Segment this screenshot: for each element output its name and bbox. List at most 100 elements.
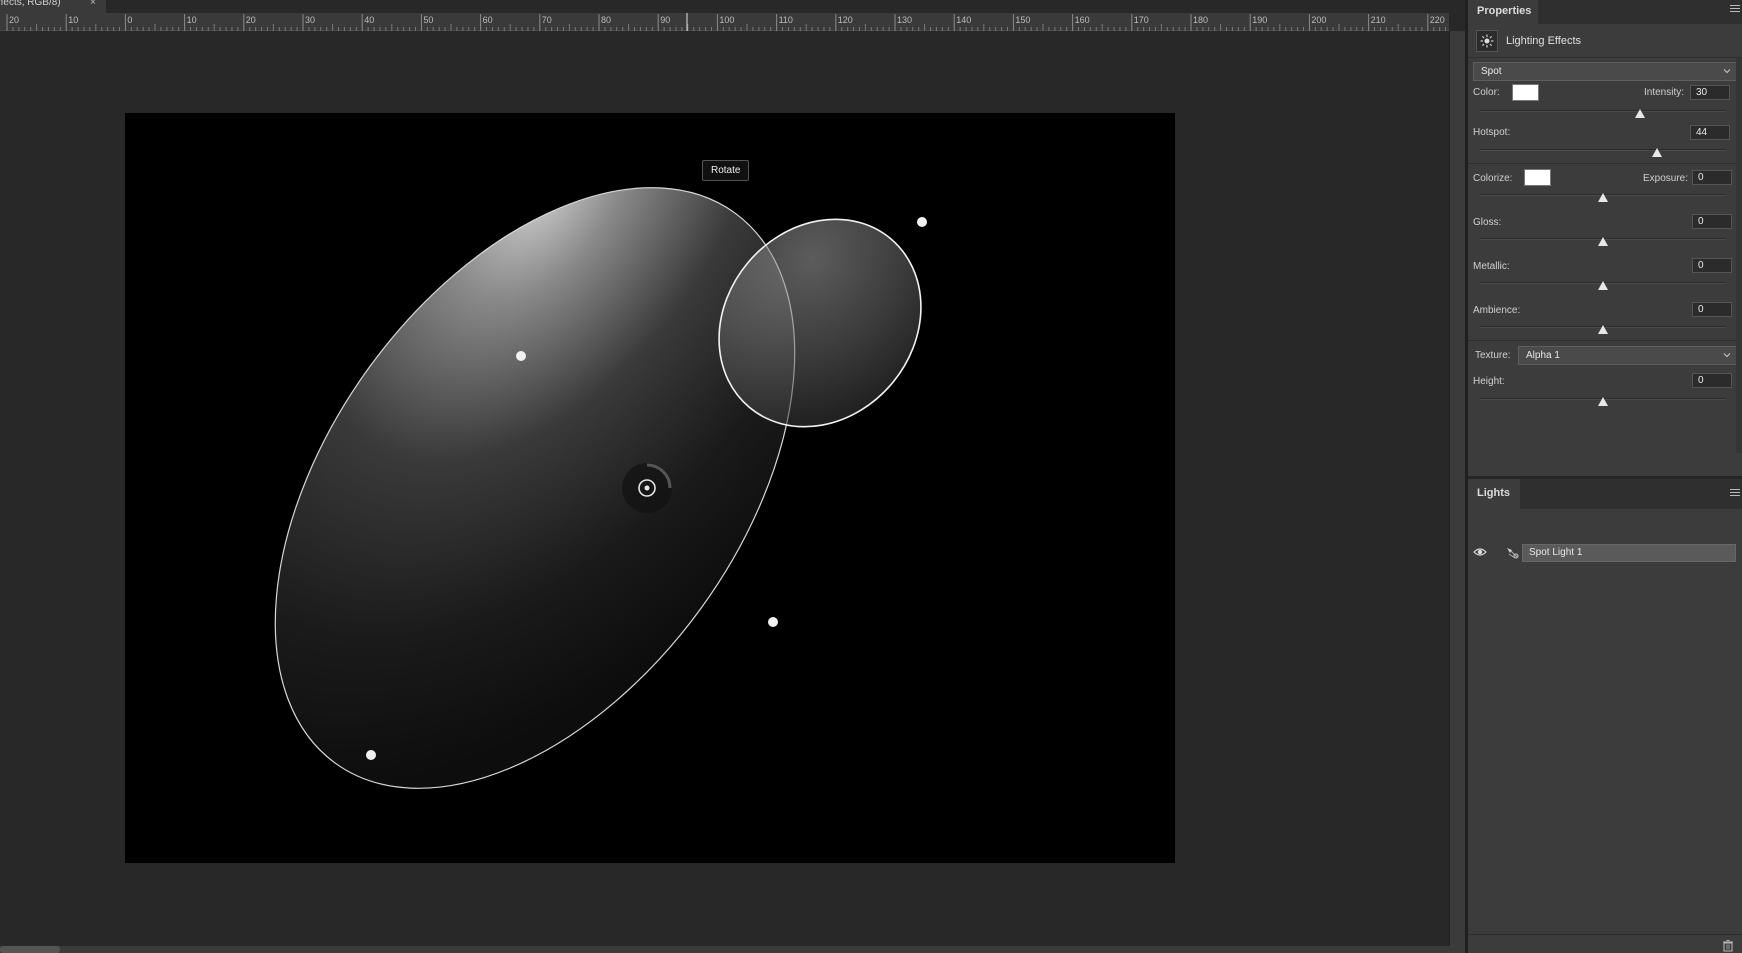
gloss-slider-thumb[interactable]: [1598, 237, 1608, 246]
hotspot-slider-thumb[interactable]: [1652, 148, 1663, 157]
divider: [1468, 340, 1742, 341]
gloss-slider[interactable]: [1480, 237, 1726, 246]
light-handle-right[interactable]: [768, 617, 778, 627]
ruler-label: 50: [423, 15, 433, 25]
horizontal-ruler[interactable]: 20 10 0 10 20 30 40 50 60 70 80 90 100 110 120 130 140 15…: [0, 13, 1449, 31]
ruler-label: 100: [719, 15, 734, 25]
spot-light-icon: [1507, 548, 1519, 559]
light-name[interactable]: Spot Light 1: [1522, 544, 1736, 562]
ambience-label: Ambience:: [1473, 305, 1521, 316]
light-handle-top[interactable]: [917, 217, 927, 227]
document-tab[interactable]: ffects, RGB/8) ×: [0, 0, 106, 13]
ruler-label: 180: [1193, 15, 1208, 25]
ruler-ticks: 20 10 0 10 20 30 40 50 60 70 80 90 100 110 120 130 140 15…: [6, 13, 1447, 31]
ruler-label: 70: [542, 15, 552, 25]
height-slider-thumb[interactable]: [1598, 397, 1608, 406]
ruler-label: 40: [364, 15, 374, 25]
vertical-scrollbar[interactable]: [1449, 31, 1465, 946]
light-list-item[interactable]: Spot Light 1: [1468, 544, 1742, 562]
intensity-slider-thumb[interactable]: [1634, 109, 1645, 118]
metallic-label: Metallic:: [1473, 261, 1510, 272]
light-handle-left[interactable]: [516, 351, 526, 361]
ruler-label: 10: [68, 15, 78, 25]
rotate-tooltip: Rotate: [702, 160, 750, 181]
ruler-label: 120: [838, 15, 853, 25]
panel-menu-icon[interactable]: [1730, 489, 1740, 499]
document-canvas[interactable]: [125, 113, 1175, 863]
canvas-area[interactable]: Rotate: [0, 31, 1449, 946]
ruler-label: 220: [1430, 15, 1445, 25]
metallic-slider-thumb[interactable]: [1598, 281, 1608, 290]
height-label: Height:: [1473, 376, 1505, 387]
texture-label: Texture:: [1475, 350, 1511, 361]
texture-select[interactable]: Alpha 1: [1518, 346, 1737, 365]
properties-title: Lighting Effects: [1506, 35, 1582, 47]
intensity-slider[interactable]: [1480, 109, 1726, 118]
intensity-input[interactable]: 30: [1690, 85, 1730, 100]
chevron-down-icon: [1723, 69, 1731, 74]
ruler-label: 190: [1252, 15, 1267, 25]
exposure-slider-thumb[interactable]: [1598, 193, 1608, 202]
properties-tabbar: Properties: [1468, 0, 1742, 24]
color-swatch[interactable]: [1512, 84, 1539, 101]
ruler-label: 130: [897, 15, 912, 25]
hotspot-label: Hotspot:: [1473, 127, 1511, 138]
tab-lights[interactable]: Lights: [1468, 479, 1520, 509]
ruler-label: 20: [9, 15, 19, 25]
lights-panel: Lights Spot Light 1: [1468, 476, 1742, 953]
ambience-input[interactable]: 0: [1692, 302, 1732, 317]
ambience-slider-thumb[interactable]: [1598, 325, 1608, 334]
ruler-label: 60: [483, 15, 493, 25]
panel-menu-icon[interactable]: [1730, 5, 1740, 15]
document-tab-title: ffects, RGB/8): [0, 0, 61, 8]
trash-icon[interactable]: [1722, 940, 1734, 952]
light-type-value: Spot: [1481, 66, 1502, 77]
ruler-label: 170: [1134, 15, 1149, 25]
gloss-input[interactable]: 0: [1692, 214, 1732, 229]
lights-tabbar: Lights: [1468, 479, 1742, 509]
light-handle-bottom[interactable]: [366, 750, 376, 760]
exposure-label: Exposure:: [1643, 173, 1689, 184]
metallic-input[interactable]: 0: [1692, 258, 1732, 273]
lights-footer: [1468, 934, 1742, 953]
ambience-slider[interactable]: [1480, 325, 1726, 334]
divider: [1468, 163, 1742, 164]
ruler-label: 90: [660, 15, 670, 25]
exposure-slider[interactable]: [1480, 193, 1726, 202]
properties-panel: Properties Lighting Effects Spot Color: …: [1468, 0, 1742, 476]
horizontal-scrollbar-thumb[interactable]: [0, 946, 60, 953]
gloss-label: Gloss:: [1473, 217, 1502, 228]
ruler-label: 150: [1015, 15, 1030, 25]
color-label: Color:: [1473, 87, 1500, 98]
ruler-label: 10: [187, 15, 197, 25]
colorize-label: Colorize:: [1473, 173, 1513, 184]
eye-icon[interactable]: [1473, 545, 1487, 559]
intensity-label: Intensity:: [1644, 87, 1685, 98]
lighting-preview: [169, 113, 927, 863]
hotspot-input[interactable]: 44: [1690, 125, 1730, 140]
tab-properties[interactable]: Properties: [1468, 0, 1538, 24]
texture-value: Alpha 1: [1526, 350, 1560, 361]
exposure-input[interactable]: 0: [1692, 170, 1732, 185]
chevron-down-icon: [1723, 353, 1731, 358]
light-ellipse[interactable]: [169, 113, 900, 863]
hotspot-slider[interactable]: [1480, 148, 1726, 157]
light-center-icon[interactable]: [622, 463, 672, 513]
ruler-label: 110: [779, 15, 793, 25]
ruler-label: 210: [1371, 15, 1386, 25]
height-slider[interactable]: [1480, 397, 1726, 406]
light-type-select[interactable]: Spot: [1473, 62, 1737, 81]
colorize-swatch[interactable]: [1524, 169, 1551, 186]
height-input[interactable]: 0: [1692, 373, 1732, 388]
properties-header: Lighting Effects: [1468, 24, 1742, 58]
lighting-effects-workspace: ffects, RGB/8) × 20 10 0 10 20 30 40 50 60 70 80 90…: [0, 0, 1742, 953]
ruler-label: 80: [601, 15, 611, 25]
ruler-label: 140: [956, 15, 971, 25]
horizontal-scrollbar[interactable]: [0, 946, 1465, 953]
ruler-label: 200: [1311, 15, 1326, 25]
ruler-label: 30: [305, 15, 315, 25]
metallic-slider[interactable]: [1480, 281, 1726, 290]
ruler-label: 0: [127, 15, 132, 25]
properties-scrollbar[interactable]: [1736, 58, 1742, 453]
close-icon[interactable]: ×: [90, 0, 96, 8]
